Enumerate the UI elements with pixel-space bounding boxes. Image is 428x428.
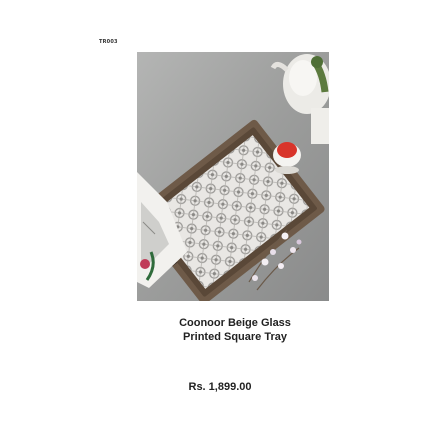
product-title-line-1: Coonoor Beige Glass (179, 317, 291, 329)
product-sku: TR003 (99, 39, 118, 45)
product-price: Rs. 1,899.00 (188, 381, 252, 393)
cup-icon (273, 142, 301, 174)
product-image[interactable] (137, 52, 329, 301)
product-title[interactable]: Coonoor Beige Glass Printed Square Tray (150, 316, 320, 344)
product-title-line-2: Printed Square Tray (183, 331, 287, 343)
